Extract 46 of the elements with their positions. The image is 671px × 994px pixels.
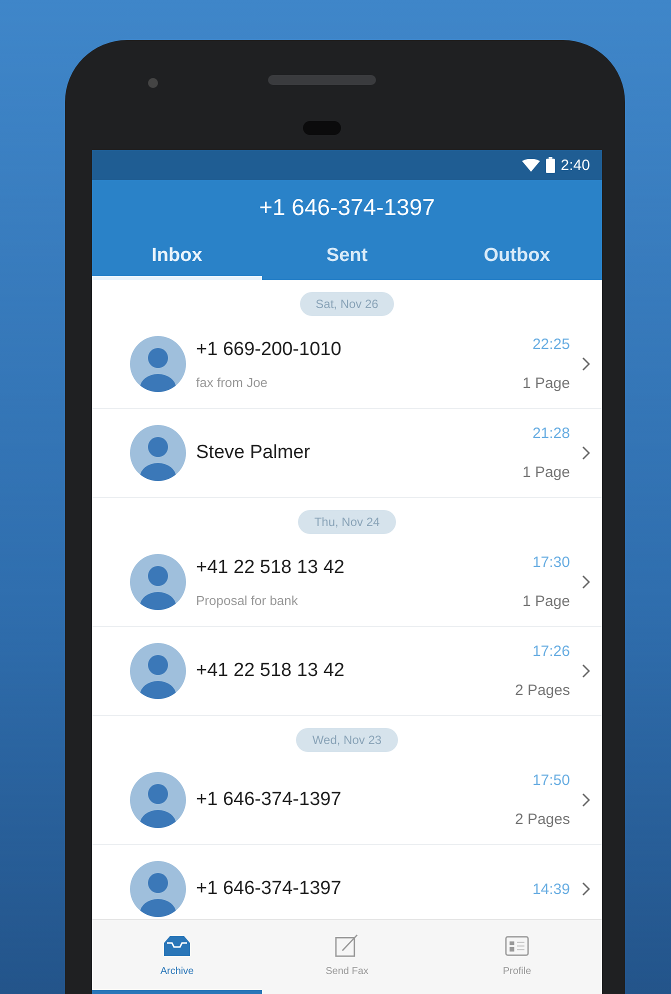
clock-text: 2:40 — [560, 156, 590, 174]
sender-name: +1 669-200-1010 — [196, 338, 342, 360]
fax-row[interactable]: +41 22 518 13 42 17:26 2 Pages — [92, 627, 602, 716]
date-chip: Sat, Nov 26 — [300, 292, 394, 316]
page-count: 2 Pages — [514, 811, 570, 828]
fax-row[interactable]: +1 646-374-1397 17:50 2 Pages — [92, 756, 602, 845]
avatar-icon — [130, 772, 186, 828]
chevron-right-icon — [582, 664, 590, 678]
avatar-icon — [130, 336, 186, 392]
fax-time: 17:50 — [532, 772, 570, 789]
battery-icon — [546, 157, 555, 173]
date-chip: Wed, Nov 23 — [296, 728, 398, 752]
sender-name: Steve Palmer — [196, 442, 312, 464]
tray-icon — [162, 934, 192, 958]
sender-name: +1 646-374-1397 — [196, 878, 342, 900]
fax-time: 22:25 — [532, 336, 570, 353]
nav-item[interactable]: Archive — [92, 920, 262, 994]
sender-name: +41 22 518 13 42 — [196, 660, 346, 682]
avatar-icon — [130, 425, 186, 481]
fax-row[interactable]: +1 669-200-1010 fax from Joe 22:25 1 Page — [92, 320, 602, 409]
fax-time: 14:39 — [532, 880, 570, 898]
fax-subject: fax from Joe — [196, 374, 269, 390]
chevron-right-icon — [582, 575, 590, 589]
fax-time: 17:26 — [532, 643, 570, 660]
page-count: 1 Page — [522, 464, 570, 481]
fax-subject: Proposal for bank — [196, 592, 299, 608]
fax-row[interactable]: +41 22 518 13 42 Proposal for bank 17:30 1 Page — [92, 538, 602, 627]
page-count: 1 Page — [522, 375, 570, 392]
chevron-right-icon — [582, 793, 590, 807]
header-title: +1 646-374-1397 — [259, 194, 435, 221]
fax-row[interactable]: Steve Palmer 21:28 1 Page — [92, 409, 602, 498]
fax-time: 21:28 — [532, 425, 570, 442]
date-chip: Thu, Nov 24 — [298, 510, 396, 534]
wifi-icon — [522, 158, 540, 172]
page-count: 1 Page — [522, 593, 570, 610]
avatar-icon — [130, 554, 186, 610]
chevron-right-icon — [582, 446, 590, 460]
avatar-icon — [130, 643, 186, 699]
camera-icon — [148, 78, 158, 88]
sender-name: +1 646-374-1397 — [196, 789, 342, 811]
page-count: 2 Pages — [514, 682, 570, 699]
fax-time: 17:30 — [532, 554, 570, 571]
chevron-right-icon — [582, 357, 590, 371]
chevron-right-icon — [582, 882, 590, 896]
contact-card-icon — [502, 934, 532, 958]
sender-name: +41 22 518 13 42 — [196, 556, 346, 578]
